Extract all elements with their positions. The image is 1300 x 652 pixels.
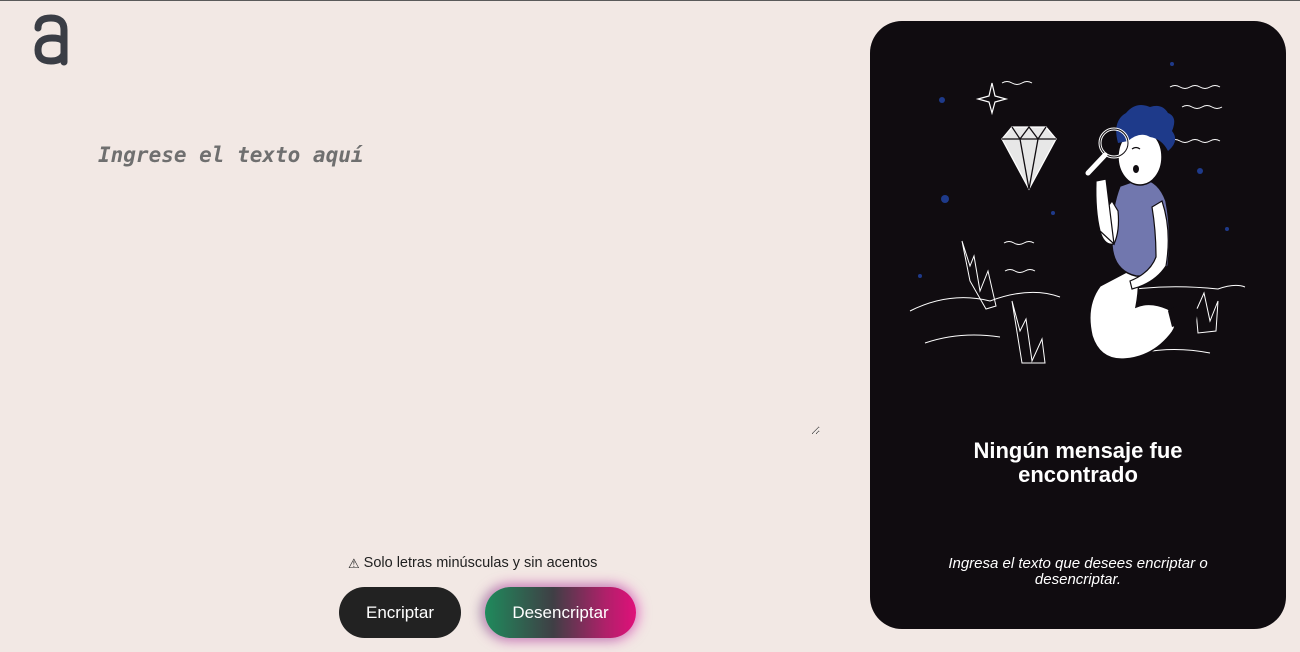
encrypt-button[interactable]: Encriptar xyxy=(339,587,461,638)
text-input[interactable] xyxy=(98,143,820,435)
alura-logo-icon xyxy=(33,14,69,66)
decrypt-button[interactable]: Desencriptar xyxy=(485,587,636,638)
warning-note: ⚠ Solo letras minúsculas y sin acentos xyxy=(348,555,597,571)
panel-title: Ningún mensaje fue encontrado xyxy=(973,438,1183,487)
warning-text: Solo letras minúsculas y sin acentos xyxy=(363,555,598,571)
warning-icon: ⚠ xyxy=(348,555,360,571)
person-with-magnifying-glass-illustration xyxy=(900,61,1260,401)
output-panel: Ningún mensaje fue encontrado Ingresa el… xyxy=(870,21,1286,629)
panel-subtitle: Ingresa el texto que desees encriptar o … xyxy=(948,555,1208,588)
